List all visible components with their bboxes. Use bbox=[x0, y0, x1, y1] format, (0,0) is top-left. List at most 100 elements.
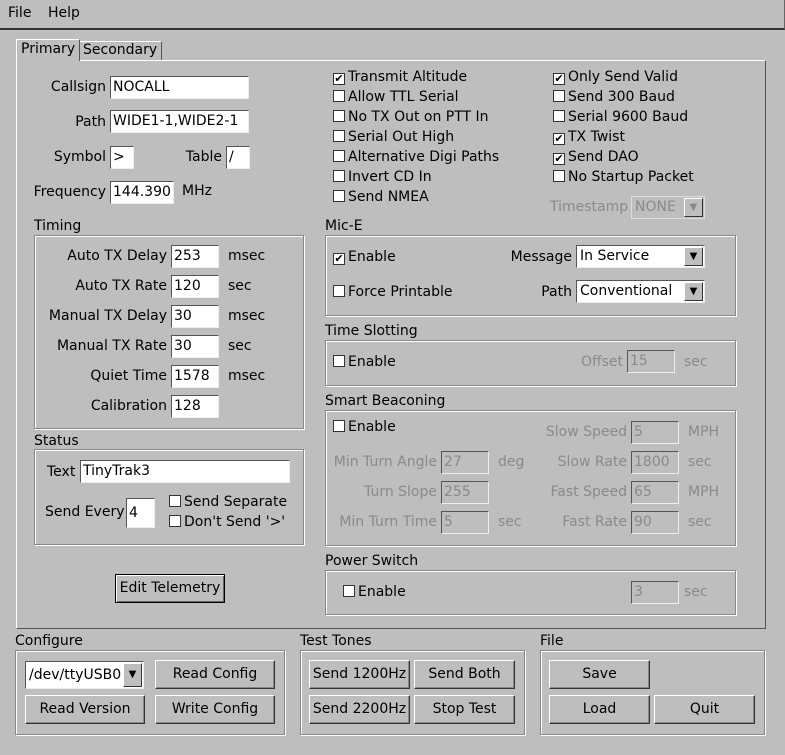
auto-tx-delay-unit: msec bbox=[228, 248, 266, 264]
turn-slope-input[interactable]: 255 bbox=[441, 481, 489, 504]
timing-title: Timing bbox=[34, 218, 82, 234]
edit-telemetry-button[interactable]: Edit Telemetry bbox=[115, 574, 225, 603]
time-slotting-title: Time Slotting bbox=[325, 323, 418, 339]
serial-out-high-label: Serial Out High bbox=[348, 129, 455, 145]
power-switch-enable-label: Enable bbox=[358, 584, 406, 600]
message-select[interactable]: In Service ▼ bbox=[576, 245, 705, 268]
read-config-button[interactable]: Read Config bbox=[155, 660, 275, 689]
no-startup-packet-checkbox[interactable]: No Startup Packet bbox=[553, 167, 694, 187]
send-dao-checkbox[interactable]: ✔ Send DAO bbox=[553, 147, 639, 167]
manual-tx-delay-input[interactable]: 30 bbox=[171, 305, 219, 328]
menu-bar: File Help bbox=[0, 0, 785, 30]
write-config-button[interactable]: Write Config bbox=[155, 695, 275, 724]
force-printable-checkbox[interactable]: Force Printable bbox=[333, 282, 453, 302]
auto-tx-delay-input[interactable]: 253 bbox=[171, 245, 219, 268]
menu-help[interactable]: Help bbox=[48, 5, 80, 21]
tab-primary[interactable]: Primary bbox=[16, 39, 81, 61]
frequency-input[interactable]: 144.390 bbox=[110, 181, 174, 204]
smart-beaconing-enable-label: Enable bbox=[348, 419, 396, 435]
callsign-input[interactable]: NOCALL bbox=[110, 76, 249, 99]
tx-twist-label: TX Twist bbox=[568, 129, 625, 145]
manual-tx-rate-input[interactable]: 30 bbox=[171, 335, 219, 358]
table-input[interactable]: / bbox=[226, 146, 250, 169]
path-input[interactable]: WIDE1-1,WIDE2-1 bbox=[110, 110, 249, 133]
tx-twist-checkbox[interactable]: ✔ TX Twist bbox=[553, 127, 625, 147]
send-nmea-checkbox[interactable]: Send NMEA bbox=[333, 187, 429, 207]
send-separate-checkbox[interactable]: Send Separate bbox=[169, 492, 287, 512]
symbol-input[interactable]: > bbox=[110, 146, 134, 169]
checkbox-icon bbox=[553, 170, 565, 182]
menu-file[interactable]: File bbox=[8, 5, 31, 21]
table-label: Table bbox=[185, 149, 222, 165]
read-version-button[interactable]: Read Version bbox=[25, 695, 145, 724]
timestamp-select[interactable]: NONE ▼ bbox=[631, 196, 705, 219]
offset-input[interactable]: 15 bbox=[627, 350, 675, 373]
port-value: /dev/ttyUSB0 bbox=[29, 667, 122, 683]
smart-beaconing-enable-checkbox[interactable]: Enable bbox=[333, 417, 396, 437]
alternative-digi-paths-checkbox[interactable]: Alternative Digi Paths bbox=[333, 147, 499, 167]
quiet-time-input[interactable]: 1578 bbox=[171, 365, 219, 388]
mic-e-path-select[interactable]: Conventional ▼ bbox=[576, 280, 705, 303]
mic-e-enable-label: Enable bbox=[348, 249, 396, 265]
send-separate-label: Send Separate bbox=[184, 494, 288, 510]
timestamp-label: Timestamp bbox=[550, 199, 629, 215]
send-every-label: Send Every bbox=[45, 504, 125, 520]
status-text-label: Text bbox=[47, 464, 76, 480]
port-select[interactable]: /dev/ttyUSB0 ▼ bbox=[25, 661, 144, 689]
fast-speed-label: Fast Speed bbox=[550, 484, 627, 500]
fast-speed-unit: MPH bbox=[688, 484, 720, 500]
send-both-button[interactable]: Send Both bbox=[414, 660, 515, 689]
send-1200hz-button[interactable]: Send 1200Hz bbox=[309, 660, 410, 689]
offset-label: Offset bbox=[580, 354, 623, 370]
calibration-input[interactable]: 128 bbox=[171, 395, 219, 418]
save-button[interactable]: Save bbox=[549, 660, 650, 689]
min-turn-time-input[interactable]: 5 bbox=[441, 511, 489, 534]
mic-e-enable-checkbox[interactable]: ✔ Enable bbox=[333, 247, 396, 267]
checkbox-icon bbox=[333, 130, 345, 142]
fast-speed-input[interactable]: 65 bbox=[631, 481, 679, 504]
checkbox-icon: ✔ bbox=[553, 72, 565, 85]
serial-9600-baud-label: Serial 9600 Baud bbox=[568, 109, 689, 125]
invert-cd-in-checkbox[interactable]: Invert CD In bbox=[333, 167, 432, 187]
min-turn-time-unit: sec bbox=[498, 514, 522, 530]
slow-speed-input[interactable]: 5 bbox=[631, 421, 679, 444]
tab-secondary[interactable]: Secondary bbox=[78, 41, 163, 60]
checkbox-icon bbox=[169, 495, 181, 507]
status-text-input[interactable]: TinyTrak3 bbox=[80, 460, 290, 483]
mic-e-path-label: Path bbox=[541, 284, 572, 300]
checkbox-icon: ✔ bbox=[333, 252, 345, 265]
min-turn-angle-input[interactable]: 27 bbox=[441, 451, 489, 474]
only-send-valid-checkbox[interactable]: ✔ Only Send Valid bbox=[553, 67, 678, 87]
transmit-altitude-checkbox[interactable]: ✔ Transmit Altitude bbox=[333, 67, 467, 87]
configure-title: Configure bbox=[15, 633, 83, 649]
mic-e-title: Mic-E bbox=[325, 218, 363, 234]
fast-rate-unit: sec bbox=[688, 514, 712, 530]
time-slotting-enable-checkbox[interactable]: Enable bbox=[333, 352, 396, 372]
auto-tx-rate-label: Auto TX Rate bbox=[75, 278, 167, 294]
test-tones-title: Test Tones bbox=[300, 633, 372, 649]
power-switch-unit: sec bbox=[684, 584, 708, 600]
send-300-baud-checkbox[interactable]: Send 300 Baud bbox=[553, 87, 675, 107]
stop-test-button[interactable]: Stop Test bbox=[414, 695, 515, 724]
quit-button[interactable]: Quit bbox=[654, 695, 755, 724]
power-switch-input[interactable]: 3 bbox=[631, 581, 679, 604]
message-value: In Service bbox=[580, 248, 650, 264]
checkbox-icon: ✔ bbox=[553, 132, 565, 145]
auto-tx-rate-input[interactable]: 120 bbox=[171, 275, 219, 298]
send-2200hz-button[interactable]: Send 2200Hz bbox=[309, 695, 410, 724]
checkbox-icon bbox=[333, 190, 345, 202]
power-switch-enable-checkbox[interactable]: Enable bbox=[343, 582, 406, 602]
serial-9600-baud-checkbox[interactable]: Serial 9600 Baud bbox=[553, 107, 688, 127]
checkbox-icon bbox=[333, 355, 345, 367]
manual-tx-delay-label: Manual TX Delay bbox=[48, 308, 167, 324]
message-label: Message bbox=[510, 249, 572, 265]
send-every-input[interactable]: 4 bbox=[126, 498, 155, 528]
turn-slope-label: Turn Slope bbox=[364, 484, 437, 500]
fast-rate-input[interactable]: 90 bbox=[631, 511, 679, 534]
no-tx-out-on-ptt-in-checkbox[interactable]: No TX Out on PTT In bbox=[333, 107, 489, 127]
allow-ttl-serial-checkbox[interactable]: Allow TTL Serial bbox=[333, 87, 459, 107]
slow-rate-input[interactable]: 1800 bbox=[631, 451, 679, 474]
serial-out-high-checkbox[interactable]: Serial Out High bbox=[333, 127, 454, 147]
load-button[interactable]: Load bbox=[549, 695, 650, 724]
dont-send-checkbox[interactable]: Don't Send '>' bbox=[169, 512, 285, 532]
